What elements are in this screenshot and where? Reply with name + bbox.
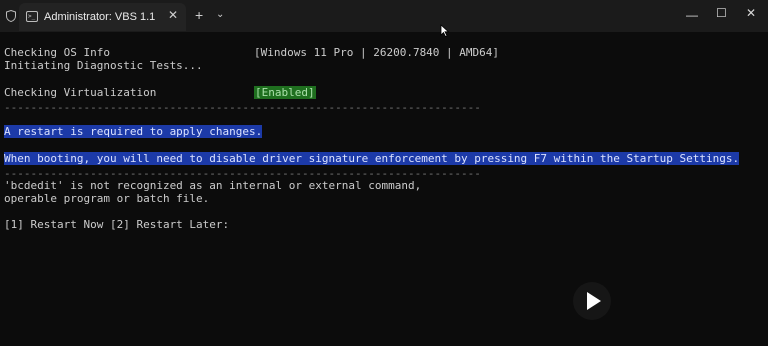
tab-dropdown-button[interactable]: ⌄ [216, 9, 224, 20]
restart-message: A restart is required to apply changes. [4, 125, 263, 138]
new-tab-button[interactable]: + [195, 7, 203, 23]
minimize-button[interactable]: — [686, 8, 698, 22]
play-button[interactable] [573, 282, 611, 320]
error-line-2: operable program or batch file. [4, 192, 210, 205]
play-icon [587, 292, 601, 310]
shield-icon [6, 10, 16, 22]
restart-prompt[interactable]: [1] Restart Now [2] Restart Later: [4, 218, 229, 231]
terminal-icon: >_ [26, 11, 38, 22]
diagnostic-line: Initiating Diagnostic Tests... [4, 59, 203, 72]
boot-message: When booting, you will need to disable d… [4, 152, 740, 165]
close-button[interactable]: ✕ [746, 6, 756, 20]
tab-administrator-vbs[interactable]: >_ Administrator: VBS 1.1 ✕ [19, 3, 186, 31]
virtualization-status: [Enabled] [254, 86, 316, 99]
tab-close-button[interactable]: ✕ [168, 8, 178, 22]
title-bar: >_ Administrator: VBS 1.1 ✕ + ⌄ — ☐ ✕ [0, 0, 768, 32]
maximize-button[interactable]: ☐ [716, 6, 727, 20]
separator-line: ----------------------------------------… [4, 101, 481, 114]
mouse-cursor-icon [440, 24, 450, 38]
os-check-value: [Windows 11 Pro | 26200.7840 | AMD64] [254, 46, 500, 59]
os-check-label: Checking OS Info [4, 46, 110, 59]
tab-title: Administrator: VBS 1.1 [44, 11, 156, 23]
error-line-1: 'bcdedit' is not recognized as an intern… [4, 179, 422, 192]
virtualization-label: Checking Virtualization [4, 86, 157, 99]
